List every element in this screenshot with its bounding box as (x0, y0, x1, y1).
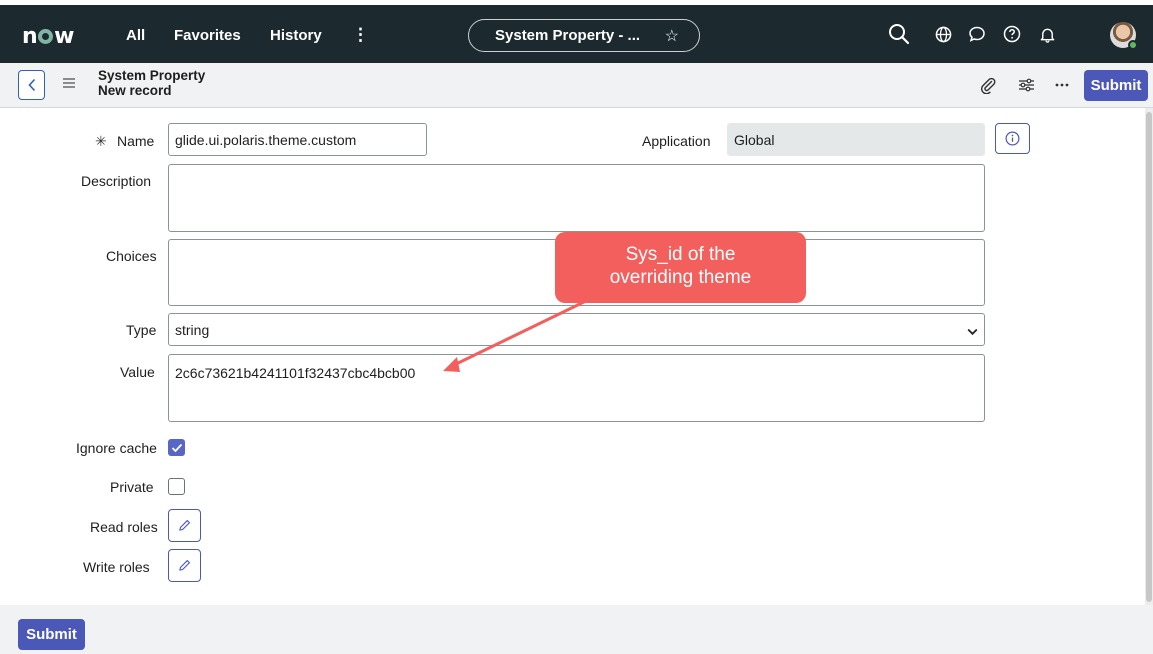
private-label: Private (110, 479, 154, 495)
nav-history[interactable]: History (270, 27, 322, 44)
type-label: Type (126, 322, 157, 338)
context-pill[interactable]: System Property - ... ☆ (468, 19, 700, 52)
record-title: System Property New record (98, 68, 205, 98)
form-footer: Submit (0, 605, 1153, 654)
pencil-icon (179, 560, 190, 571)
annotation-callout: Sys_id of the overriding theme (555, 232, 806, 303)
required-asterisk: ✳ (95, 133, 107, 149)
more-nav-icon[interactable]: ⋮ (352, 25, 369, 45)
record-header: System Property New record Submit (0, 63, 1153, 108)
write-roles-edit-button[interactable] (168, 549, 201, 582)
ignore-cache-label: Ignore cache (76, 440, 157, 456)
global-header: nw All Favorites History ⋮ System Proper… (0, 5, 1153, 63)
name-label: Name (117, 133, 155, 149)
read-roles-label: Read roles (90, 519, 158, 535)
description-label: Description (81, 173, 152, 189)
value-label: Value (120, 364, 155, 380)
type-selected-value: string (175, 322, 210, 338)
pencil-icon (179, 520, 190, 531)
context-pill-label: System Property - ... (495, 27, 641, 44)
more-icon[interactable] (1049, 72, 1075, 98)
application-field: Global (727, 123, 985, 156)
choices-label: Choices (106, 248, 157, 264)
submit-button[interactable]: Submit (1084, 70, 1148, 101)
bell-icon[interactable] (1030, 17, 1064, 51)
type-select[interactable]: string (168, 313, 985, 346)
name-field[interactable]: glide.ui.polaris.theme.custom (168, 123, 427, 156)
record-table-name: System Property (98, 68, 206, 83)
avatar[interactable] (1110, 22, 1138, 50)
nav-favorites[interactable]: Favorites (174, 27, 241, 44)
menu-icon[interactable] (63, 76, 75, 94)
submit-button-bottom[interactable]: Submit (18, 619, 85, 650)
servicenow-logo[interactable]: nw (22, 24, 75, 49)
chevron-down-icon (967, 323, 978, 339)
application-label: Application (642, 133, 711, 149)
settings-sliders-icon[interactable] (1013, 72, 1039, 98)
annotation-line-1: Sys_id of the (625, 244, 736, 265)
help-icon[interactable] (995, 17, 1029, 51)
private-checkbox[interactable] (168, 478, 185, 495)
description-field[interactable] (168, 164, 985, 232)
scrollbar[interactable] (1145, 108, 1153, 605)
online-status-dot (1128, 40, 1138, 50)
globe-icon[interactable] (926, 17, 960, 51)
nav-all[interactable]: All (126, 27, 145, 44)
paperclip-icon[interactable] (975, 72, 1001, 98)
write-roles-label: Write roles (83, 559, 150, 575)
search-icon[interactable] (882, 17, 916, 51)
info-button[interactable] (995, 123, 1030, 154)
annotation-line-2: overriding theme (609, 267, 752, 288)
chat-icon[interactable] (960, 17, 994, 51)
checkmark-icon (171, 443, 182, 452)
info-icon (1005, 131, 1020, 146)
scrollbar-thumb[interactable] (1146, 112, 1152, 602)
ignore-cache-checkbox[interactable] (168, 439, 185, 456)
star-icon[interactable]: ☆ (665, 26, 679, 46)
read-roles-edit-button[interactable] (168, 509, 201, 542)
record-status: New record (98, 83, 172, 98)
back-button[interactable] (18, 70, 45, 100)
value-field[interactable]: 2c6c73621b4241101f32437cbc4bcb00 (168, 354, 985, 422)
